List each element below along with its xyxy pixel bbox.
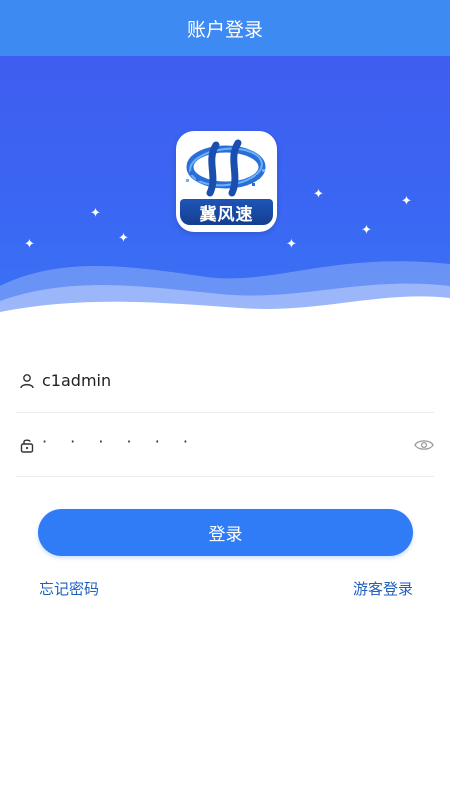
logo-text: 冀风速 <box>180 199 273 225</box>
eye-icon[interactable] <box>414 436 434 454</box>
page-title: 账户登录 <box>186 18 263 41</box>
star-icon: ✦ <box>401 194 412 209</box>
password-field[interactable]: · · · · · · <box>16 413 434 477</box>
forgot-password-link[interactable]: 忘记密码 <box>39 578 99 599</box>
login-button[interactable]: 登录 <box>38 509 413 556</box>
wave-decoration <box>0 261 450 320</box>
star-icon: ✦ <box>361 223 372 238</box>
password-input[interactable]: · · · · · · <box>42 432 197 451</box>
title-bar: 账户登录 <box>0 0 450 56</box>
user-icon <box>18 372 36 390</box>
hero-banner: ✦ ✦ ✦ ✦ ✦ ✦ ✦ 冀风速 <box>0 56 450 320</box>
star-icon: ✦ <box>90 206 101 221</box>
guest-login-link[interactable]: 游客登录 <box>353 578 413 599</box>
star-icon: ✦ <box>313 187 324 202</box>
username-input[interactable]: c1admin <box>42 371 111 390</box>
lock-icon <box>18 436 36 454</box>
username-field[interactable]: c1admin <box>16 349 434 413</box>
app-logo: 冀风速 <box>176 131 277 232</box>
star-icon: ✦ <box>118 231 129 246</box>
